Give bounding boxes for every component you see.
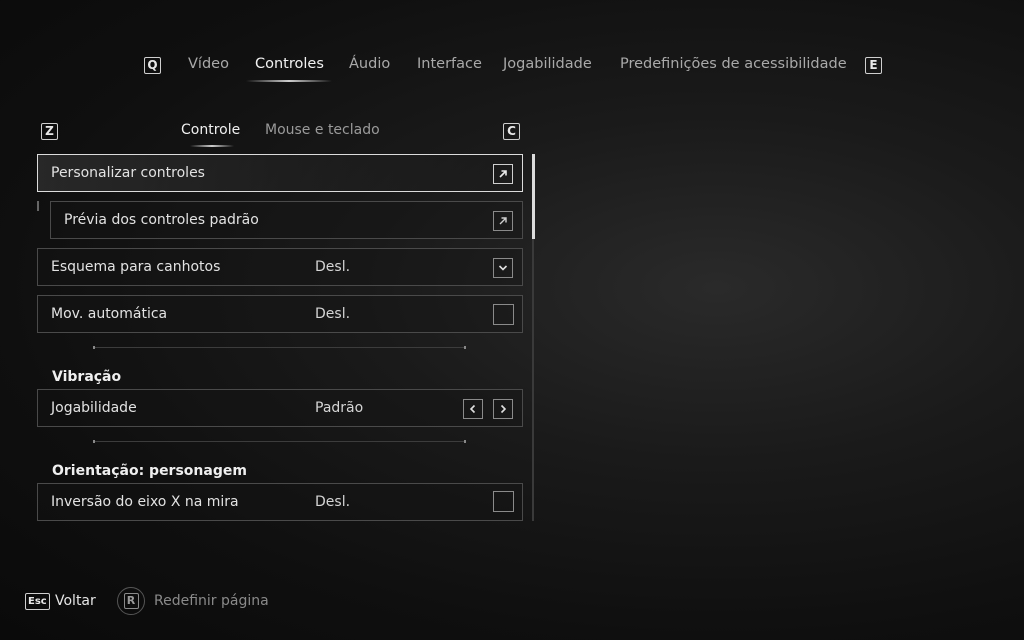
active-subtab-indicator (190, 145, 234, 147)
left-handed-scheme-label: Esquema para canhotos (51, 259, 221, 275)
auto-move-label: Mov. automática (51, 306, 168, 322)
tab-video[interactable]: Vídeo (188, 56, 229, 72)
orientation-header: Orientação: personagem (52, 463, 247, 479)
external-arrow-icon (493, 211, 513, 231)
auto-move-row[interactable]: Mov. automática Desl. (37, 295, 523, 333)
section-divider (93, 440, 466, 443)
invert-x-row[interactable]: Inversão do eixo X na mira Desl. (37, 483, 523, 521)
checkbox-icon[interactable] (493, 491, 514, 512)
active-tab-indicator (246, 80, 332, 82)
chevron-left-icon[interactable] (463, 399, 483, 419)
section-divider (93, 346, 466, 349)
checkbox-icon[interactable] (493, 304, 514, 325)
tab-controles[interactable]: Controles (255, 56, 324, 72)
reset-key[interactable]: R (117, 587, 145, 615)
customize-controls-row[interactable]: Personalizar controles (37, 154, 523, 192)
reset-page-label[interactable]: Redefinir página (154, 593, 269, 609)
back-label[interactable]: Voltar (55, 593, 96, 609)
next-tab-key[interactable]: E (865, 57, 882, 74)
customize-controls-label: Personalizar controles (51, 165, 205, 181)
vibration-gameplay-row[interactable]: Jogabilidade Padrão (37, 389, 523, 427)
prev-subtab-key[interactable]: Z (41, 123, 58, 140)
back-key[interactable]: Esc (25, 593, 50, 610)
left-handed-scheme-value: Desl. (315, 259, 351, 275)
tab-jogabilidade[interactable]: Jogabilidade (503, 56, 592, 72)
invert-x-value: Desl. (315, 494, 351, 510)
reset-key-glyph: R (123, 593, 139, 609)
preview-indent-mark (37, 201, 39, 211)
vibration-gameplay-label: Jogabilidade (51, 400, 137, 416)
tab-interface[interactable]: Interface (417, 56, 482, 72)
tab-predefinicoes-acessibilidade[interactable]: Predefinições de acessibilidade (620, 56, 847, 72)
subtab-controle[interactable]: Controle (181, 122, 240, 138)
next-subtab-key[interactable]: C (503, 123, 520, 140)
scrollbar-thumb[interactable] (532, 154, 535, 239)
preview-controls-label: Prévia dos controles padrão (64, 212, 259, 228)
external-arrow-icon (493, 164, 513, 184)
tab-audio[interactable]: Áudio (349, 56, 390, 72)
vibration-header: Vibração (52, 369, 122, 385)
left-handed-scheme-row[interactable]: Esquema para canhotos Desl. (37, 248, 523, 286)
subtab-mouse-teclado[interactable]: Mouse e teclado (265, 122, 380, 138)
preview-controls-row[interactable]: Prévia dos controles padrão (50, 201, 523, 239)
auto-move-value: Desl. (315, 306, 351, 322)
vibration-gameplay-value: Padrão (315, 400, 364, 416)
chevron-down-icon[interactable] (493, 258, 513, 278)
prev-tab-key[interactable]: Q (144, 57, 161, 74)
chevron-right-icon[interactable] (493, 399, 513, 419)
invert-x-label: Inversão do eixo X na mira (51, 494, 239, 510)
